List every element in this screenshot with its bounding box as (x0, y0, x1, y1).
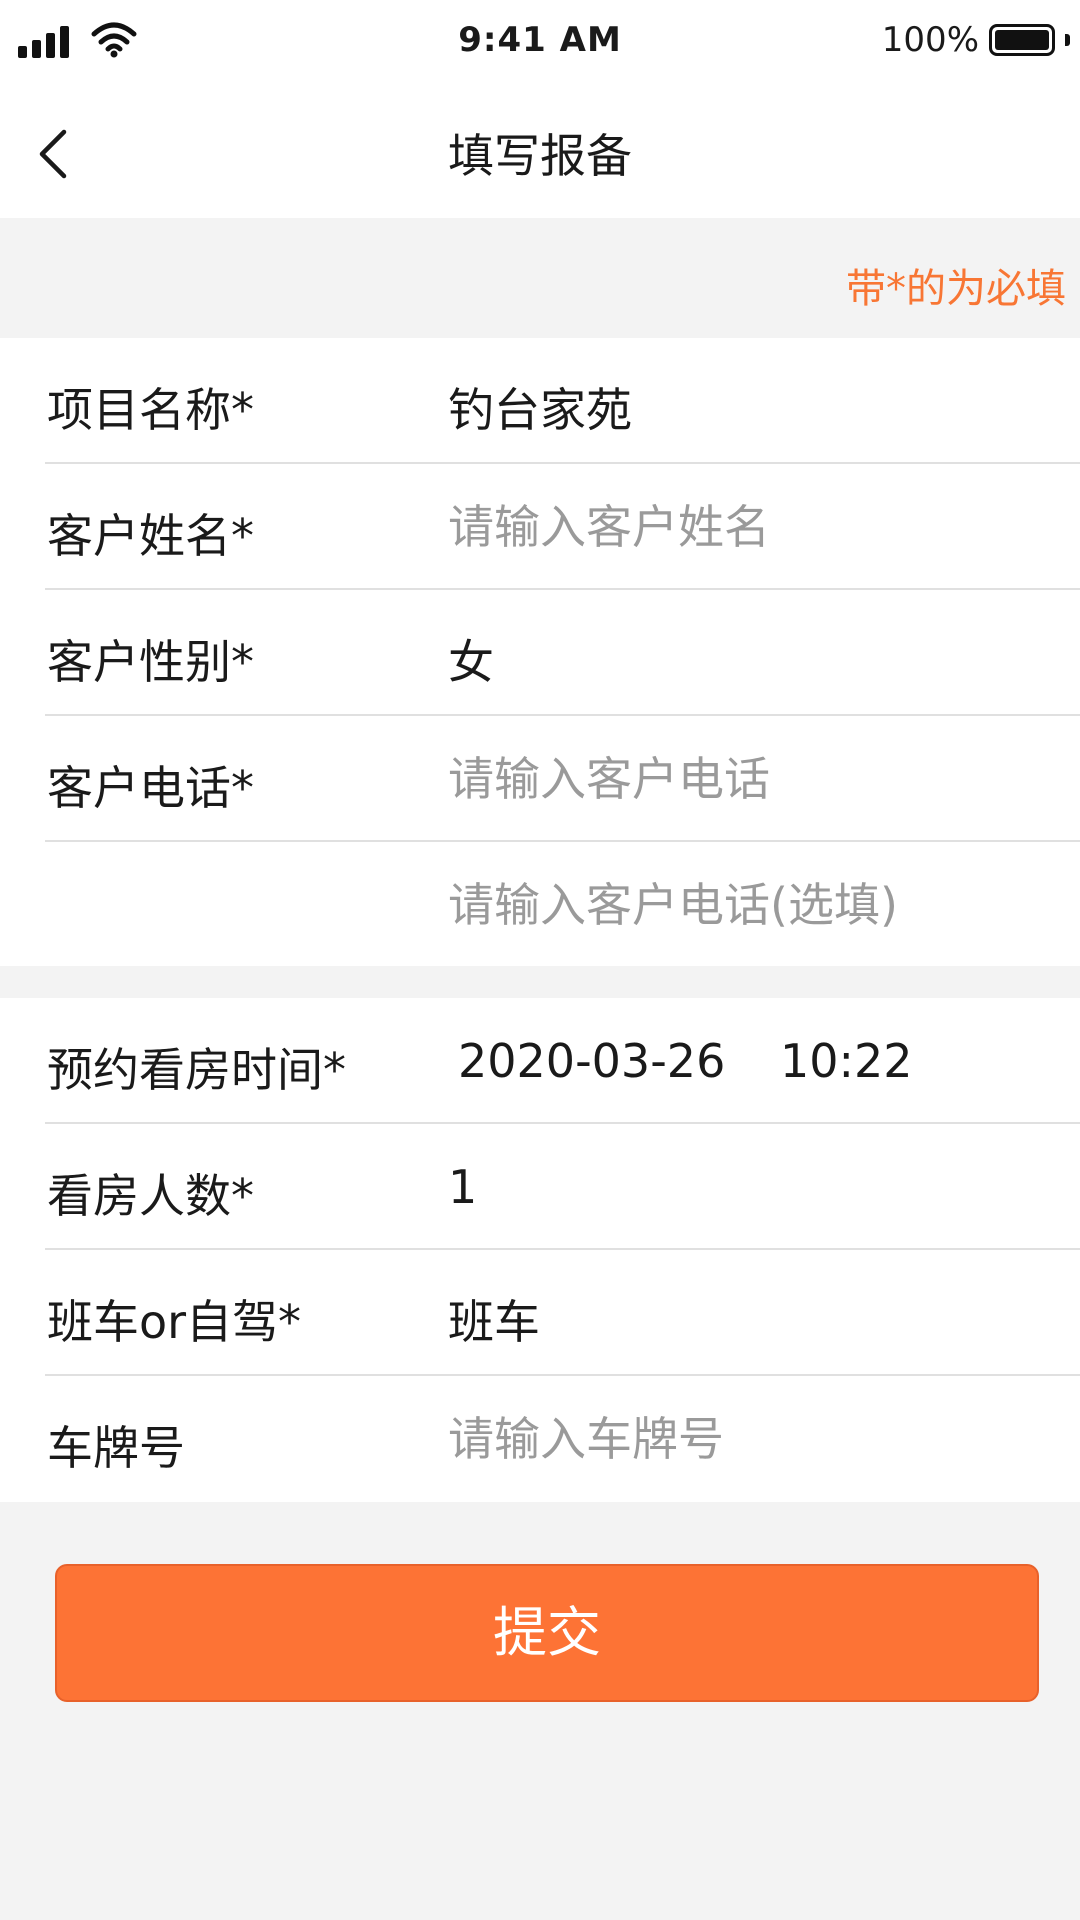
visitor-count-label: 看房人数* (47, 1169, 254, 1223)
customer-gender-label: 客户性别* (47, 635, 254, 689)
customer-phone-row: 客户电话* (0, 716, 1080, 842)
visit-time-value[interactable]: 10:22 (780, 1034, 913, 1088)
customer-phone-optional-input[interactable] (448, 866, 1048, 944)
plate-number-input[interactable] (448, 1400, 1048, 1478)
status-right: 100% (882, 20, 1070, 60)
battery-icon (989, 24, 1055, 56)
transport-row[interactable]: 班车or自驾* 班车 (0, 1250, 1080, 1376)
battery-percent: 100% (881, 20, 979, 60)
visit-time-row: 预约看房时间* 2020-03-26 10:22 (0, 998, 1080, 1124)
nav-bar: 填写报备 (0, 80, 1080, 218)
project-name-row[interactable]: 项目名称* 钓台家苑 (0, 338, 1080, 464)
submit-button[interactable]: 提交 (55, 1564, 1039, 1702)
transport-label: 班车or自驾* (47, 1295, 302, 1349)
customer-gender-row[interactable]: 客户性别* 女 (0, 590, 1080, 716)
page-title: 填写报备 (448, 129, 632, 183)
visit-date-value[interactable]: 2020-03-26 (458, 1034, 725, 1088)
hint-band: 带*的为必填 (0, 218, 1080, 338)
project-name-label: 项目名称* (47, 383, 254, 437)
customer-name-label: 客户姓名* (47, 509, 254, 563)
battery-cap (1065, 34, 1070, 46)
customer-phone-label: 客户电话* (47, 761, 254, 815)
project-name-value: 钓台家苑 (448, 383, 632, 437)
plate-number-row: 车牌号 (0, 1376, 1080, 1502)
required-hint: 带*的为必填 (846, 266, 1066, 312)
customer-info-group: 项目名称* 钓台家苑 客户姓名* 客户性别* 女 客户电话* (0, 338, 1080, 966)
visit-time-label: 预约看房时间* (47, 1043, 346, 1097)
visit-info-group: 预约看房时间* 2020-03-26 10:22 看房人数* 1 班车or自驾*… (0, 998, 1080, 1502)
customer-name-row: 客户姓名* (0, 464, 1080, 590)
customer-name-input[interactable] (448, 488, 1048, 566)
visitor-count-value: 1 (448, 1160, 478, 1214)
customer-phone-optional-row (0, 842, 1080, 968)
plate-number-label: 车牌号 (47, 1421, 185, 1475)
customer-phone-input[interactable] (448, 740, 1048, 818)
status-bar: 9:41 AM 100% (0, 0, 1080, 80)
visitor-count-row[interactable]: 看房人数* 1 (0, 1124, 1080, 1250)
transport-value: 班车 (448, 1295, 540, 1349)
battery-fill (995, 30, 1049, 50)
customer-gender-value: 女 (448, 635, 494, 689)
